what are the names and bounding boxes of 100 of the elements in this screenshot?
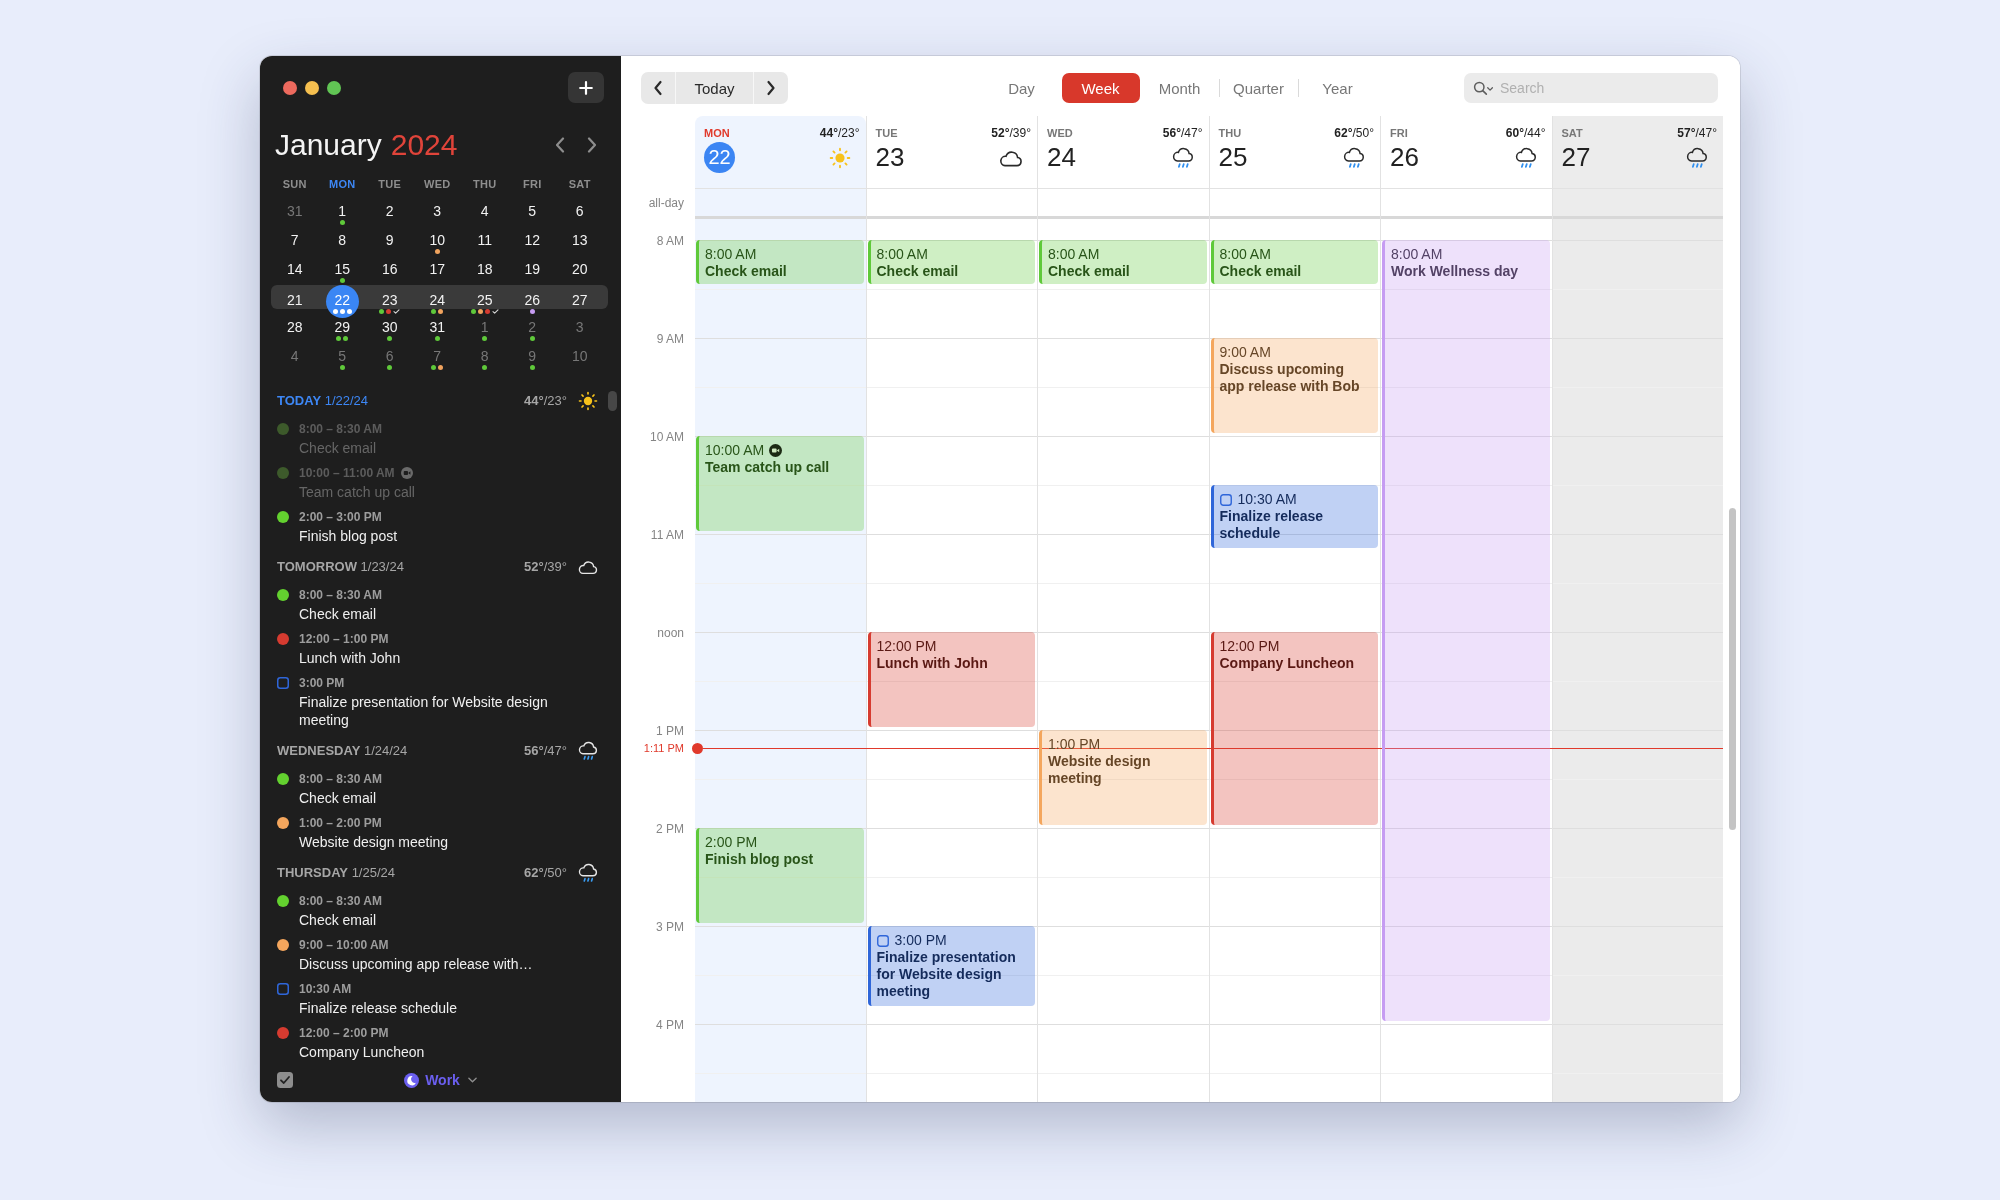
- calendar-day[interactable]: 31: [420, 314, 454, 343]
- view-tab[interactable]: Year: [1298, 73, 1377, 103]
- event-time: 8:00 – 8:30 AM: [299, 771, 382, 787]
- calendar-day[interactable]: 14: [278, 256, 312, 285]
- calendar-day[interactable]: 30: [373, 314, 407, 343]
- calendar-day[interactable]: 7: [278, 227, 312, 256]
- calendar-day[interactable]: 23: [373, 287, 407, 316]
- event-time: 1:00 – 2:00 PM: [299, 815, 382, 831]
- calendar-day[interactable]: 4: [468, 198, 502, 227]
- calendar-day[interactable]: 31: [278, 198, 312, 227]
- event-title: Finish blog post: [299, 527, 398, 545]
- close-button[interactable]: [283, 80, 297, 95]
- chevron-right-icon: [766, 80, 776, 96]
- calendar-day[interactable]: 21: [278, 287, 312, 316]
- event-card[interactable]: 12:00 PM Company Luncheon: [1210, 632, 1378, 826]
- previous-month-button[interactable]: [553, 136, 567, 154]
- tasks-checkbox[interactable]: [277, 1072, 293, 1088]
- month-title: January: [275, 127, 382, 163]
- event-card[interactable]: 3:00 PM Finalize presentation for Website design meeting: [867, 926, 1035, 1007]
- calendar-day[interactable]: 9: [373, 227, 407, 256]
- view-tab[interactable]: Quarter: [1219, 73, 1298, 103]
- task-checkbox-icon[interactable]: [277, 983, 289, 995]
- calendar-day[interactable]: 22: [325, 285, 359, 318]
- event-card[interactable]: 8:00 AM Check email: [696, 240, 864, 285]
- calendar-day[interactable]: 5: [325, 343, 359, 372]
- calendar-day[interactable]: 3: [563, 314, 597, 343]
- calendar-set-selector[interactable]: Work: [400, 1070, 481, 1090]
- date-number[interactable]: 23: [875, 142, 905, 173]
- calendar-day[interactable]: 3: [420, 198, 454, 227]
- event-time: 10:30 AM: [299, 981, 352, 997]
- calendar-day[interactable]: 1: [468, 314, 502, 343]
- calendar-day[interactable]: 13: [563, 227, 597, 256]
- calendar-day[interactable]: 24: [420, 287, 454, 316]
- view-tab[interactable]: Month: [1140, 73, 1219, 103]
- calendar-day[interactable]: 19: [515, 256, 549, 285]
- calendar-day[interactable]: 7: [420, 343, 454, 372]
- event-time: 8:00 – 8:30 AM: [299, 421, 382, 437]
- date-number[interactable]: 24: [1047, 142, 1076, 173]
- hour-label: 1 PM: [656, 724, 684, 738]
- calendar-day[interactable]: 11: [468, 227, 502, 256]
- date-number[interactable]: 25: [1218, 142, 1248, 173]
- weekday-label: MON: [327, 177, 357, 192]
- event-card[interactable]: 8:00 AM Work Wellness day: [1382, 240, 1550, 1022]
- calendar-day[interactable]: 15: [325, 256, 359, 285]
- view-tab[interactable]: Week: [1061, 73, 1140, 103]
- calendar-day[interactable]: 5: [515, 198, 549, 227]
- event-title: Finalize presentation for Website design meeting: [876, 949, 1017, 1001]
- calendar-day[interactable]: 10: [420, 227, 454, 256]
- event-card[interactable]: 8:00 AM Check email: [1210, 240, 1378, 285]
- hour-label: noon: [657, 626, 684, 640]
- search-field[interactable]: Search: [1464, 73, 1718, 103]
- event-card[interactable]: 8:00 AM Check email: [867, 240, 1035, 285]
- calendar-day[interactable]: 12: [515, 227, 549, 256]
- event-card[interactable]: 10:00 AM Team catch up call: [696, 436, 864, 532]
- event-title: Discuss upcoming app release with Bob: [1219, 361, 1361, 396]
- calendar-day[interactable]: 2: [515, 314, 549, 343]
- date-number[interactable]: 22: [704, 142, 735, 173]
- calendar-day[interactable]: 1: [325, 198, 359, 227]
- calendar-day[interactable]: 16: [373, 256, 407, 285]
- calendar-day[interactable]: 27: [563, 287, 597, 316]
- zoom-button[interactable]: [327, 80, 341, 95]
- rain-cloud-icon: [577, 863, 599, 883]
- calendar-day[interactable]: 8: [468, 343, 502, 372]
- task-checkbox-icon[interactable]: [277, 677, 289, 689]
- calendar-day[interactable]: 18: [468, 256, 502, 285]
- today-button[interactable]: Today: [675, 72, 754, 104]
- scrollbar-thumb[interactable]: [608, 391, 617, 411]
- view-tab[interactable]: Day: [982, 73, 1061, 103]
- agenda-day-heading: THURSDAY 1/25/24: [277, 864, 396, 882]
- task-checkbox-icon[interactable]: [1219, 493, 1232, 506]
- calendar-day[interactable]: 26: [515, 287, 549, 316]
- event-card[interactable]: 10:30 AM Finalize release schedule: [1210, 485, 1378, 549]
- event-card[interactable]: 12:00 PM Lunch with John: [867, 632, 1035, 728]
- weekday-label: MON: [704, 127, 730, 140]
- event-card[interactable]: 9:00 AM Discuss upcoming app release with Bob: [1210, 338, 1378, 434]
- calendar-day[interactable]: 2: [373, 198, 407, 227]
- calendar-day[interactable]: 4: [278, 343, 312, 372]
- add-button[interactable]: [568, 72, 604, 103]
- task-checkbox-icon[interactable]: [876, 934, 889, 947]
- temperature-label: 60°/44°: [1505, 127, 1546, 140]
- date-number[interactable]: 26: [1390, 142, 1419, 173]
- event-card[interactable]: 1:00 PM Website design meeting: [1039, 730, 1207, 826]
- calendar-day[interactable]: 25: [468, 287, 502, 316]
- calendar-day[interactable]: 17: [420, 256, 454, 285]
- event-title: Check email: [299, 789, 378, 807]
- calendar-day[interactable]: 28: [278, 314, 312, 343]
- date-number[interactable]: 27: [1561, 142, 1591, 173]
- next-month-button[interactable]: [585, 136, 599, 154]
- calendar-day[interactable]: 9: [515, 343, 549, 372]
- event-card[interactable]: 2:00 PM Finish blog post: [696, 828, 864, 924]
- scrollbar-thumb[interactable]: [1729, 508, 1736, 830]
- calendar-day[interactable]: 6: [563, 198, 597, 227]
- calendar-day[interactable]: 6: [373, 343, 407, 372]
- calendar-day[interactable]: 8: [325, 227, 359, 256]
- calendar-day[interactable]: 20: [563, 256, 597, 285]
- event-card[interactable]: 8:00 AM Check email: [1039, 240, 1207, 285]
- weekday-label: TUE: [377, 177, 403, 192]
- calendar-day[interactable]: 10: [563, 343, 597, 372]
- minimize-button[interactable]: [305, 80, 319, 95]
- agenda-day-heading: WEDNESDAY 1/24/24: [277, 742, 408, 760]
